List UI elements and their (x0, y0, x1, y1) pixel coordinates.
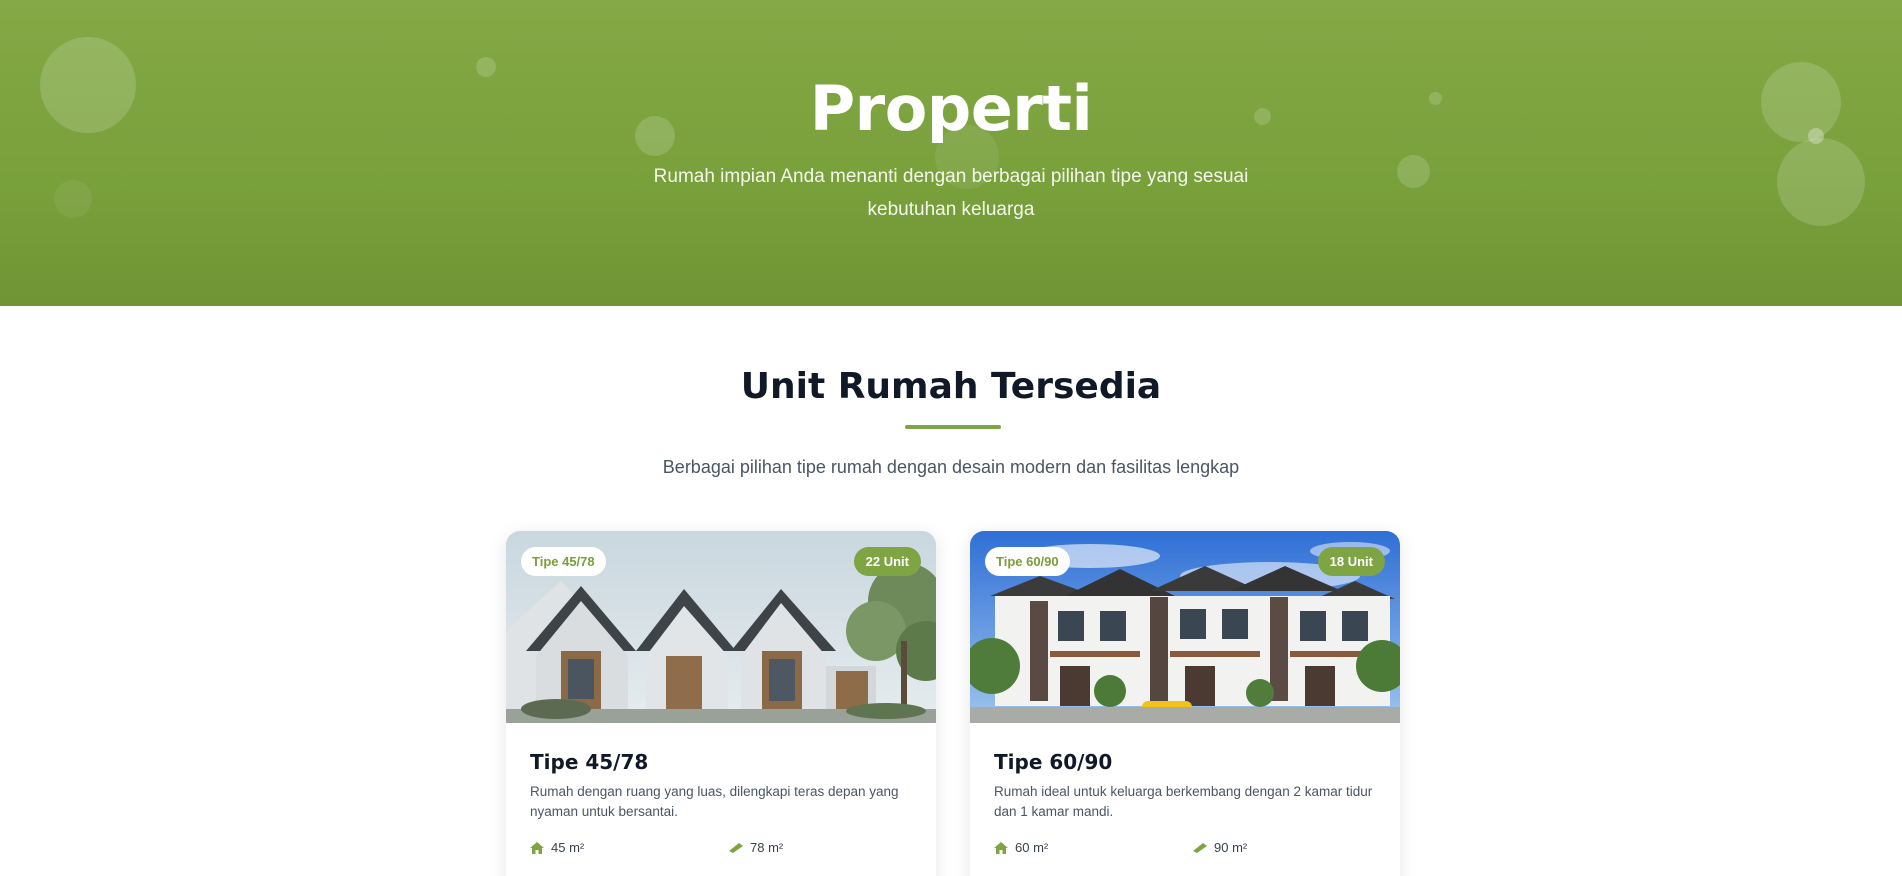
ruler-icon (1193, 842, 1207, 853)
building-area-spec: 45 m² (530, 840, 584, 855)
property-image[interactable]: Tipe 60/90 18 Unit (970, 531, 1400, 723)
card-title[interactable]: Tipe 60/90 (994, 750, 1112, 774)
title-underline (905, 425, 1001, 429)
section-subtitle: Berbagai pilihan tipe rumah dengan desai… (662, 457, 1240, 477)
decorative-bubble (1397, 155, 1430, 188)
home-icon (530, 841, 544, 854)
card-title[interactable]: Tipe 45/78 (530, 750, 648, 774)
card-description: Rumah ideal untuk keluarga berkembang de… (994, 784, 1373, 819)
land-area-spec: 78 m² (729, 840, 783, 855)
ruler-icon (729, 842, 743, 853)
units-available-badge: 22 Unit (853, 547, 921, 576)
building-area-value: 60 m² (1015, 840, 1049, 855)
property-image[interactable]: Tipe 45/78 22 Unit (506, 531, 936, 723)
property-card[interactable]: Tipe 45/78 22 Unit Tipe 45/78 Rumah deng… (506, 531, 936, 876)
type-badge: Tipe 45/78 (521, 547, 606, 576)
land-area-value: 90 m² (1214, 840, 1248, 855)
land-area-value: 78 m² (750, 840, 784, 855)
decorative-bubble (54, 180, 92, 218)
home-icon (994, 841, 1008, 854)
type-badge: Tipe 60/90 (985, 547, 1070, 576)
decorative-bubble (1777, 138, 1865, 226)
card-description: Rumah dengan ruang yang luas, dilengkapi… (530, 784, 899, 819)
units-available-badge: 18 Unit (1317, 547, 1385, 576)
building-area-spec: 60 m² (994, 840, 1048, 855)
building-area-value: 45 m² (551, 840, 585, 855)
page-title: Properti (809, 72, 1093, 145)
hero-banner: Properti Rumah impian Anda menanti denga… (0, 0, 1902, 306)
property-card[interactable]: Tipe 60/90 18 Unit Tipe 60/90 Rumah idea… (970, 531, 1400, 876)
section-title: Unit Rumah Tersedia (740, 366, 1162, 407)
hero-subtitle: Rumah impian Anda menanti dengan berbaga… (653, 166, 1249, 220)
land-area-spec: 90 m² (1193, 840, 1247, 855)
